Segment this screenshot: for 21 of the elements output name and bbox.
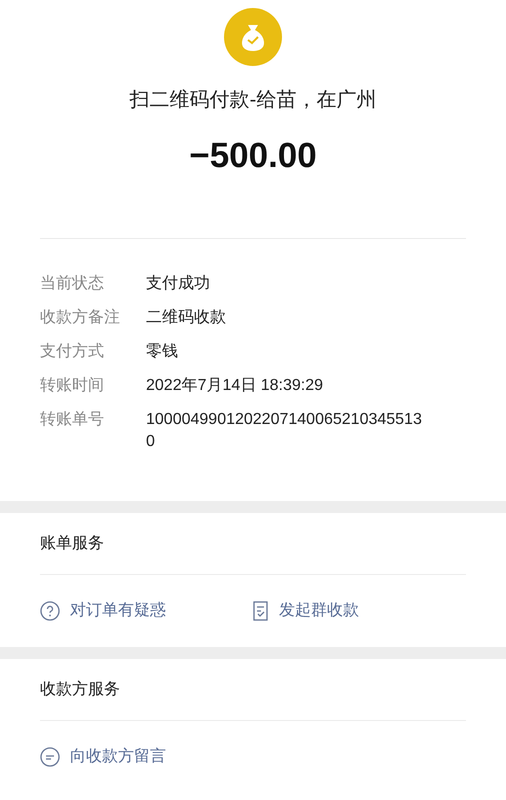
detail-value: 二维码收款 — [146, 308, 227, 328]
detail-label: 收款方备注 — [40, 308, 121, 328]
detail-label: 支付方式 — [40, 342, 105, 362]
detail-value: 支付成功 — [146, 274, 211, 294]
transaction-title: 扫二维码付款-给苗，在广州 — [130, 88, 376, 113]
detail-value: 2022年7月14日 18:39:29 — [146, 376, 324, 396]
checklist-icon — [253, 601, 269, 621]
message-link[interactable]: 向收款方留言 — [40, 745, 268, 769]
section-title: 账单服务 — [40, 534, 104, 554]
question-icon — [40, 601, 60, 621]
chat-icon — [40, 747, 60, 767]
detail-label: 转账时间 — [40, 376, 105, 396]
detail-label: 当前状态 — [40, 274, 105, 294]
detail-value: 10000499012022071400652103455130 — [146, 410, 423, 452]
detail-label: 转账单号 — [40, 410, 105, 430]
section-title: 收款方服务 — [40, 680, 120, 700]
detail-value: 零钱 — [146, 342, 179, 362]
group-collect-link[interactable]: 发起群收款 — [253, 599, 466, 623]
money-bag-icon — [224, 8, 282, 66]
help-link[interactable]: 对订单有疑惑 — [40, 599, 253, 623]
amount: −500.00 — [189, 136, 317, 176]
